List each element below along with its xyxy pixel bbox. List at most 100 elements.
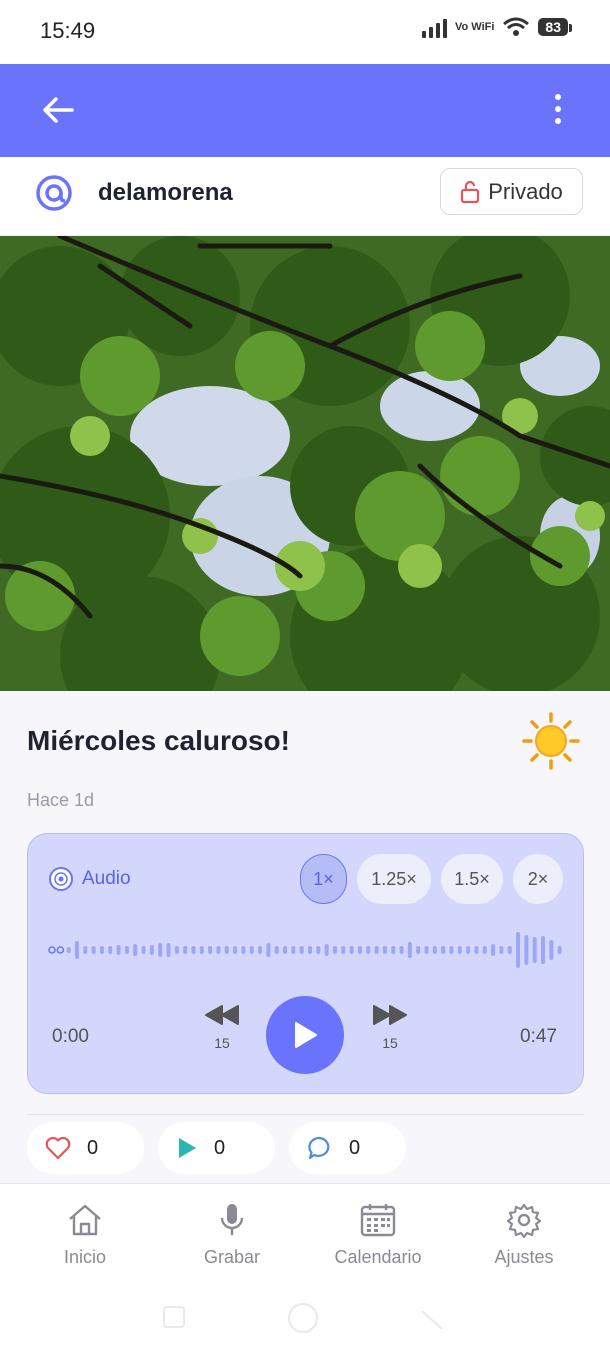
- waveform-bar: [191, 946, 196, 954]
- post-time-ago: Hace 1d: [27, 790, 95, 810]
- waveform-bar: [48, 946, 56, 954]
- privacy-button[interactable]: Privado: [440, 168, 583, 215]
- username[interactable]: delamorena: [98, 179, 233, 207]
- waveform-bar: [399, 946, 404, 954]
- recents-button[interactable]: [160, 1303, 188, 1331]
- home-icon: [69, 1204, 101, 1236]
- waveform-bar: [183, 946, 188, 954]
- waveform-bar: [516, 932, 521, 968]
- nav-ajustes[interactable]: Ajustes: [464, 1202, 584, 1268]
- back-nav-button[interactable]: [418, 1305, 446, 1333]
- status-time: 15:49: [40, 18, 96, 43]
- play-button[interactable]: [266, 996, 344, 1074]
- nav-inicio-label: Inicio: [63, 1247, 107, 1267]
- audio-player: Audio 1× 1.25× 1.5× 2× 0:00 0:47 15 15: [27, 833, 584, 1094]
- comment-icon: [308, 1136, 330, 1160]
- speed-1-5x-button[interactable]: 1.5×: [441, 854, 503, 904]
- waveform-bar: [216, 946, 221, 954]
- waveform-bar: [382, 946, 387, 954]
- nav-calendario[interactable]: Calendario: [318, 1202, 438, 1268]
- play-icon: [295, 1022, 317, 1048]
- waveform-bar: [324, 944, 329, 956]
- divider: [27, 1114, 584, 1115]
- waveform-bar: [83, 946, 88, 954]
- waveform-bar: [133, 944, 138, 956]
- more-vertical-icon: [555, 94, 561, 100]
- waveform-bar: [299, 946, 304, 954]
- waveform-bar: [283, 946, 288, 954]
- waveform-bar: [499, 946, 504, 954]
- speed-1x-button[interactable]: 1×: [300, 854, 347, 904]
- speed-1-25x-button[interactable]: 1.25×: [357, 854, 431, 904]
- waveform-bar: [199, 946, 204, 954]
- waveform-bar: [491, 944, 496, 956]
- waveform-bar: [557, 946, 562, 954]
- waveform-bar: [74, 941, 79, 959]
- audio-waveform[interactable]: [48, 930, 564, 970]
- waveform-bar: [349, 946, 354, 954]
- forward-15-button[interactable]: 15: [370, 1004, 410, 1051]
- wifi-icon: [503, 17, 530, 36]
- waveform-bar: [141, 946, 146, 954]
- waveform-bar: [524, 935, 529, 965]
- audio-label-text: Audio: [82, 868, 131, 889]
- status-bar: 15:49 Vo WiFi 83: [0, 0, 610, 64]
- audio-label: Audio: [48, 866, 131, 892]
- arrow-left-icon: [43, 97, 74, 123]
- rewind-seconds: 15: [214, 1035, 230, 1051]
- plays-button[interactable]: 0: [158, 1122, 275, 1174]
- tree-canopy-image: [0, 236, 610, 691]
- waveform-bar: [366, 946, 371, 954]
- waveform-bar: [108, 946, 113, 954]
- more-menu-button[interactable]: [552, 94, 564, 128]
- waveform-bar: [56, 946, 65, 954]
- waveform-bar: [274, 946, 279, 954]
- like-count: 0: [87, 1136, 99, 1159]
- waveform-bar: [416, 946, 421, 954]
- waveform-bar: [116, 945, 121, 955]
- waveform-bar: [158, 943, 163, 957]
- current-time: 0:00: [52, 1026, 89, 1047]
- rewind-icon: [205, 1005, 239, 1025]
- privacy-label: Privado: [488, 178, 563, 204]
- forward-seconds: 15: [382, 1035, 398, 1051]
- waveform-bar: [482, 946, 487, 954]
- post-author-row: delamorena Privado: [0, 157, 610, 236]
- post-stats: 0 0 0: [27, 1122, 406, 1174]
- home-button[interactable]: [286, 1301, 320, 1335]
- waveform-bar: [241, 946, 246, 954]
- speed-2x-button[interactable]: 2×: [513, 854, 563, 904]
- comment-button[interactable]: 0: [289, 1122, 406, 1174]
- post-title: Miércoles caluroso!: [27, 725, 290, 756]
- waveform-bar: [66, 947, 71, 953]
- waveform-bar: [457, 946, 462, 954]
- nav-grabar-label: Grabar: [203, 1247, 261, 1267]
- waveform-bar: [149, 945, 154, 955]
- waveform-bar: [432, 946, 437, 954]
- lock-icon: [461, 180, 480, 203]
- waveform-bar: [124, 946, 129, 954]
- system-navigation-bar: [0, 1283, 610, 1356]
- waveform-bar: [332, 946, 337, 954]
- rewind-15-button[interactable]: 15: [202, 1004, 242, 1051]
- waveform-bar: [474, 946, 479, 954]
- like-button[interactable]: 0: [27, 1122, 144, 1174]
- heart-icon: [45, 1136, 71, 1160]
- nav-inicio[interactable]: Inicio: [25, 1202, 145, 1268]
- nav-calendario-label: Calendario: [334, 1247, 422, 1267]
- back-button[interactable]: [40, 92, 80, 128]
- app-bar: [0, 64, 610, 157]
- waveform-bar: [549, 940, 554, 960]
- at-sign-icon: [36, 175, 72, 211]
- waveform-bar: [507, 946, 512, 954]
- waveform-bar: [424, 946, 429, 954]
- waveform-bar: [91, 946, 96, 954]
- waveform-bar: [532, 937, 537, 963]
- playback-speed-selector: 1× 1.25× 1.5× 2×: [300, 854, 563, 904]
- waveform-bar: [357, 946, 362, 954]
- bottom-navigation: Inicio Grabar Calendario Ajustes: [0, 1183, 610, 1283]
- waveform-bar: [374, 946, 379, 954]
- nav-ajustes-label: Ajustes: [494, 1247, 554, 1267]
- nav-grabar[interactable]: Grabar: [172, 1202, 292, 1268]
- post-photo[interactable]: [0, 236, 610, 691]
